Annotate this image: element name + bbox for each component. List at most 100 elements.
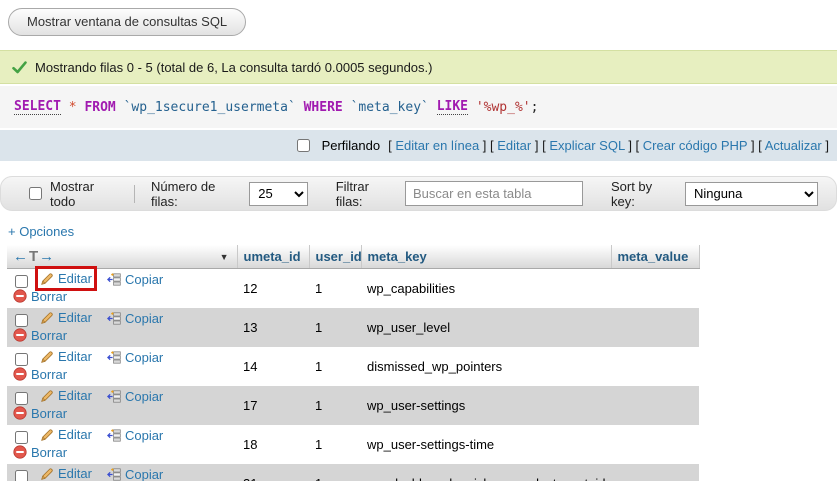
sql-query-display: SELECT * FROM `wp_1secure1_usermeta` WHE… [0,86,837,128]
table-row: EditarCopiarBorrar171wp_user-settings [7,386,699,425]
row-delete-link[interactable]: Borrar [31,367,67,382]
cell-meta-key: wp_capabilities [361,269,611,309]
profiling-checkbox[interactable] [297,139,310,152]
profiling-links: [ Editar en línea ] [ Editar ] [ Explica… [388,138,829,153]
row-edit-action[interactable]: Editar [40,466,92,481]
cell-meta-value [611,425,699,464]
row-delete-action[interactable]: Borrar [13,406,67,421]
query-link-editar-en-l-nea[interactable]: Editar en línea [395,138,479,153]
row-delete-action[interactable]: Borrar [13,328,67,343]
row-actions-cell: Editar Copiar Borrar [7,425,237,464]
delete-icon [13,445,27,459]
filter-rows-input[interactable] [405,181,583,206]
row-checkbox[interactable] [15,392,28,405]
row-checkbox[interactable] [15,470,28,481]
options-toggle-link[interactable]: + Opciones [8,224,74,239]
sql-token [343,100,351,115]
row-edit-link[interactable]: Editar [58,271,92,286]
show-all-label: Mostrar todo [50,179,118,209]
row-delete-action[interactable]: Borrar [13,445,67,460]
row-checkbox[interactable] [15,314,28,327]
bracket: ] [531,138,542,153]
row-delete-link[interactable]: Borrar [31,289,67,304]
sql-token: SELECT [14,99,61,115]
row-edit-link[interactable]: Editar [58,427,92,442]
rows-count-select[interactable]: 25 [249,182,307,206]
sql-token [296,100,304,115]
row-copy-link[interactable]: Copiar [125,467,163,481]
query-links-bar: Perfilando [ Editar en línea ] [ Editar … [0,130,837,161]
cell-meta-value [611,347,699,386]
results-toolbar: Mostrar todo Número de filas: 25 Filtrar… [0,176,837,211]
query-result-message: Mostrando filas 0 - 5 (total de 6, La co… [35,60,432,75]
sql-token: `meta_key` [351,100,429,115]
row-edit-link[interactable]: Editar [58,388,92,403]
sql-token: * [69,100,77,115]
row-edit-action[interactable]: Editar [40,427,92,442]
filter-rows-label: Filtrar filas: [336,179,395,209]
row-copy-action[interactable]: Copiar [107,389,163,404]
row-delete-link[interactable]: Borrar [31,406,67,421]
query-link-explicar-sql[interactable]: Explicar SQL [549,138,624,153]
row-checkbox[interactable] [15,275,28,288]
sort-by-key-label: Sort by key: [611,179,675,209]
bracket: ] [747,138,758,153]
row-copy-action[interactable]: Copiar [107,350,163,365]
row-delete-action[interactable]: Borrar [13,367,67,382]
rows-count-label: Número de filas: [151,179,239,209]
row-copy-link[interactable]: Copiar [125,311,163,326]
row-edit-link[interactable]: Editar [58,310,92,325]
row-delete-link[interactable]: Borrar [31,328,67,343]
row-edit-link[interactable]: Editar [58,466,92,481]
cell-meta-key: wp_user-settings [361,386,611,425]
row-edit-action[interactable]: Editar [40,310,92,325]
sql-token: ; [531,100,539,115]
row-edit-link[interactable]: Editar [58,349,92,364]
query-link-editar[interactable]: Editar [497,138,531,153]
pencil-icon [40,389,54,403]
cell-meta-value [611,308,699,347]
row-copy-link[interactable]: Copiar [125,428,163,443]
actions-dropdown-icon[interactable]: ▼ [220,252,229,262]
row-checkbox[interactable] [15,353,28,366]
row-actions-cell: Editar Copiar Borrar [7,347,237,386]
cell-meta-value [611,386,699,425]
row-delete-link[interactable]: Borrar [31,445,67,460]
column-header-umeta-id[interactable]: umeta_id [237,245,309,269]
cell-umeta-id: 12 [237,269,309,309]
sql-token: `wp_1secure1_usermeta` [124,100,296,115]
row-copy-action[interactable]: Copiar [107,467,163,481]
cell-meta-key: wp_dashboard_quick_press_last_post_id [361,464,611,481]
row-copy-action[interactable]: Copiar [107,272,163,287]
cell-meta-key: dismissed_wp_pointers [361,347,611,386]
bracket: ] [822,138,829,153]
row-copy-action[interactable]: Copiar [107,428,163,443]
copy-icon [107,390,121,403]
delete-icon [13,367,27,381]
sort-by-key-select[interactable]: Ninguna [685,182,818,206]
pencil-icon [40,467,54,481]
row-copy-link[interactable]: Copiar [125,389,163,404]
row-copy-link[interactable]: Copiar [125,350,163,365]
row-edit-action[interactable]: Editar [40,271,92,286]
transform-nav-icon[interactable]: ←T→ [13,248,55,265]
row-copy-action[interactable]: Copiar [107,311,163,326]
query-link-crear-c-digo-php[interactable]: Crear código PHP [643,138,748,153]
delete-icon [13,406,27,420]
row-copy-link[interactable]: Copiar [125,272,163,287]
cell-user-id: 1 [309,308,361,347]
show-sql-window-button[interactable]: Mostrar ventana de consultas SQL [8,8,246,36]
row-delete-action[interactable]: Borrar [13,289,67,304]
query-link-actualizar[interactable]: Actualizar [765,138,822,153]
row-checkbox[interactable] [15,431,28,444]
column-header-meta-key[interactable]: meta_key [361,245,611,269]
row-edit-action[interactable]: Editar [40,388,92,403]
row-actions-cell: Editar Copiar Borrar [7,269,237,309]
column-header-meta-value[interactable]: meta_value [611,245,699,269]
column-header-user-id[interactable]: user_id [309,245,361,269]
pencil-icon [40,428,54,442]
row-edit-action[interactable]: Editar [40,349,92,364]
pencil-icon [40,350,54,364]
cell-user-id: 1 [309,464,361,481]
show-all-checkbox[interactable] [29,187,42,200]
